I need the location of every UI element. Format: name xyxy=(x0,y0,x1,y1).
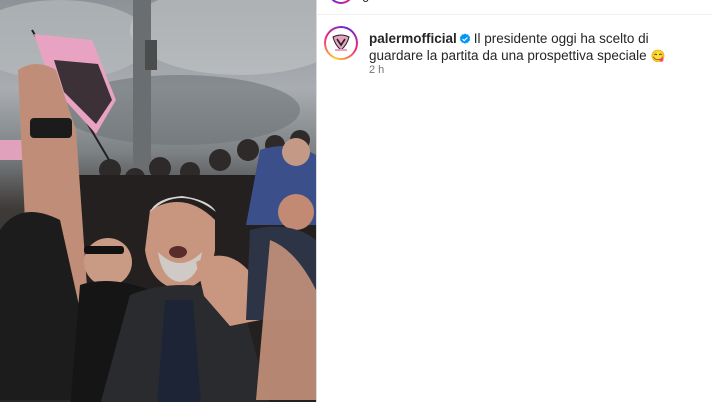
header-separator xyxy=(317,14,712,15)
verified-badge-icon xyxy=(459,33,470,44)
post-caption: palermofficial Il presidente oggi ha scel… xyxy=(369,30,669,65)
author-username[interactable]: palermofficial xyxy=(369,31,457,46)
post-timestamp[interactable]: 2 h xyxy=(369,64,384,76)
panel-divider xyxy=(316,0,317,402)
previous-item-text: 0 xyxy=(362,0,369,5)
palermo-logo-icon xyxy=(332,34,350,51)
caption-emoji: 😋 xyxy=(650,49,666,63)
author-avatar[interactable] xyxy=(324,26,358,60)
previous-item-avatar[interactable] xyxy=(328,0,354,4)
post-media[interactable] xyxy=(0,0,316,402)
crowd-photo xyxy=(0,0,316,402)
